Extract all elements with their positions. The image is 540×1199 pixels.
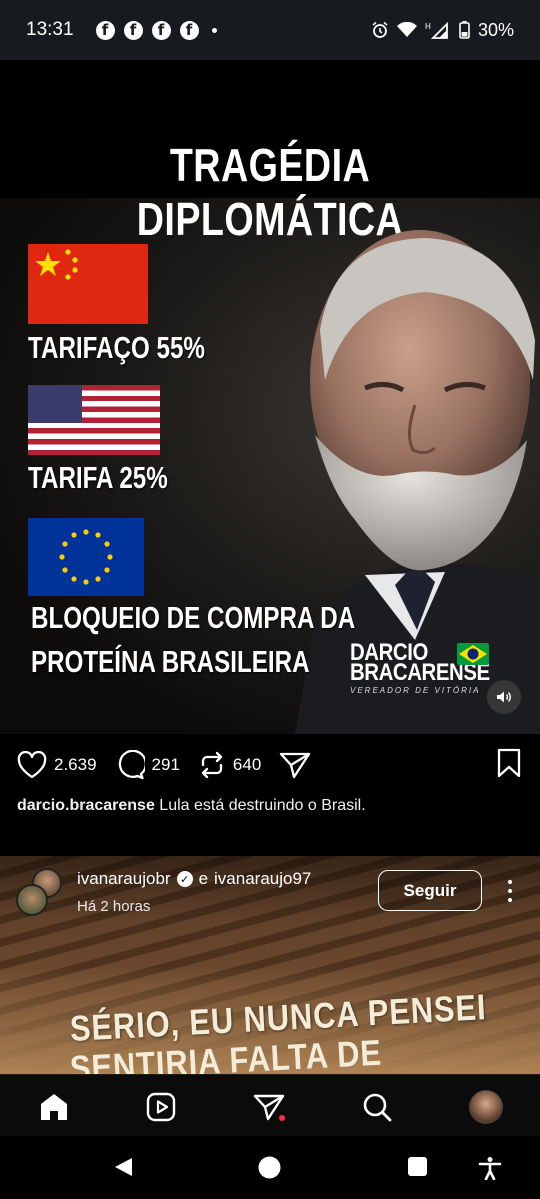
profile-avatar <box>469 1090 503 1124</box>
brand-logo: DARCIO BRACARENSE VEREADOR DE VITÓRIA <box>350 641 500 696</box>
comment-count: 291 <box>151 755 180 774</box>
china-flag <box>28 244 148 324</box>
accessibility-icon <box>478 1157 502 1181</box>
home-circle-icon <box>258 1156 281 1179</box>
more-notifications-dot <box>211 27 217 33</box>
eu-block-label-line2: PROTEÍNA BRASILEIRA <box>31 644 310 679</box>
collab-username[interactable]: ivanaraujo97 <box>214 869 311 889</box>
repost-count: 640 <box>232 755 262 774</box>
status-indicators: H 30% <box>371 20 514 41</box>
nav-search[interactable] <box>359 1089 395 1125</box>
usa-tariff-label: TARIFA 25% <box>28 460 168 495</box>
verified-badge-icon: ✓ <box>176 871 193 887</box>
nav-profile[interactable] <box>468 1089 504 1125</box>
send-icon <box>280 752 311 779</box>
brazil-flag-icon <box>457 643 489 665</box>
caption-text: Lula está destruindo o Brasil. <box>154 797 366 814</box>
brand-subtitle: VEREADOR DE VITÓRIA <box>350 686 481 695</box>
battery-icon <box>459 21 470 39</box>
notification-dot <box>279 1115 285 1121</box>
post-timestamp: Há 2 horas <box>77 898 151 915</box>
next-post-header: ivanaraujobr ✓ e ivanaraujo97 Há 2 horas… <box>0 856 540 926</box>
home-system-button[interactable] <box>258 1156 281 1184</box>
facebook-icon: f <box>95 20 115 40</box>
search-icon <box>363 1093 392 1122</box>
comment-button[interactable]: 291 <box>115 750 180 780</box>
facebook-icon: f <box>179 20 199 40</box>
speaker-icon <box>497 691 511 703</box>
wifi-icon <box>396 22 417 37</box>
battery-percent: 30% <box>477 19 514 40</box>
next-post: SÉRIO, EU NUNCA PENSEI SENTIRIA FALTA DE… <box>0 856 540 1074</box>
facebook-icon: f <box>151 20 171 40</box>
china-tariff-label: TARIFAÇO 55% <box>28 330 205 365</box>
collab-joiner: e <box>198 869 209 888</box>
comment-icon <box>118 750 145 780</box>
svg-text:H: H <box>425 22 431 31</box>
status-time: 13:31 <box>26 19 74 40</box>
eu-flag <box>28 518 144 596</box>
nav-reels[interactable] <box>143 1089 179 1125</box>
eu-block-label-line1: BLOQUEIO DE COMPRA DA <box>31 600 356 635</box>
repost-button[interactable]: 640 <box>198 751 261 779</box>
author-username[interactable]: ivanaraujobr <box>77 869 171 889</box>
collab-avatars[interactable] <box>16 868 66 918</box>
recents-button[interactable] <box>407 1156 428 1182</box>
more-options-icon[interactable] <box>500 878 520 904</box>
brand-name-line2: BRACARENSE <box>350 659 490 686</box>
back-triangle-icon <box>115 1158 132 1176</box>
post-image[interactable]: TRAGÉDIA DIPLOMÁTICA TARIFAÇO 55% TARIFA… <box>0 60 540 734</box>
status-bar: 13:31 f f f f H 30% <box>0 0 540 60</box>
home-icon <box>41 1094 67 1120</box>
nav-messages[interactable] <box>251 1089 287 1125</box>
facebook-icon: f <box>123 20 143 40</box>
usa-flag <box>28 385 160 455</box>
back-button[interactable] <box>112 1156 134 1183</box>
repost-icon <box>201 751 223 779</box>
sound-toggle-button[interactable] <box>487 680 521 714</box>
caption-username[interactable]: darcio.bracarense <box>17 797 155 814</box>
notification-icons: f f f f <box>95 20 217 40</box>
reels-icon <box>146 1092 176 1122</box>
accessibility-button[interactable] <box>478 1156 502 1185</box>
bookmark-icon <box>497 748 521 778</box>
system-navigation-bar <box>0 1136 540 1199</box>
bottom-navigation <box>0 1074 540 1136</box>
avatar <box>16 884 48 916</box>
share-button[interactable] <box>279 751 311 779</box>
signal-icon: H <box>425 21 448 39</box>
like-count: 2.639 <box>54 755 97 774</box>
like-button[interactable]: 2.639 <box>17 751 97 779</box>
alarm-icon <box>372 21 388 38</box>
save-button[interactable] <box>496 748 522 783</box>
next-post-authors: ivanaraujobr ✓ e ivanaraujo97 <box>77 869 311 889</box>
post-action-bar: 2.639 291 640 <box>0 740 540 790</box>
nav-home[interactable] <box>36 1089 72 1125</box>
follow-button[interactable]: Seguir <box>378 870 482 911</box>
recents-square-icon <box>408 1157 427 1176</box>
post-caption: darcio.bracarense Lula está destruindo o… <box>17 797 366 815</box>
usa-flag-canton <box>28 385 82 423</box>
heart-icon <box>17 751 47 779</box>
